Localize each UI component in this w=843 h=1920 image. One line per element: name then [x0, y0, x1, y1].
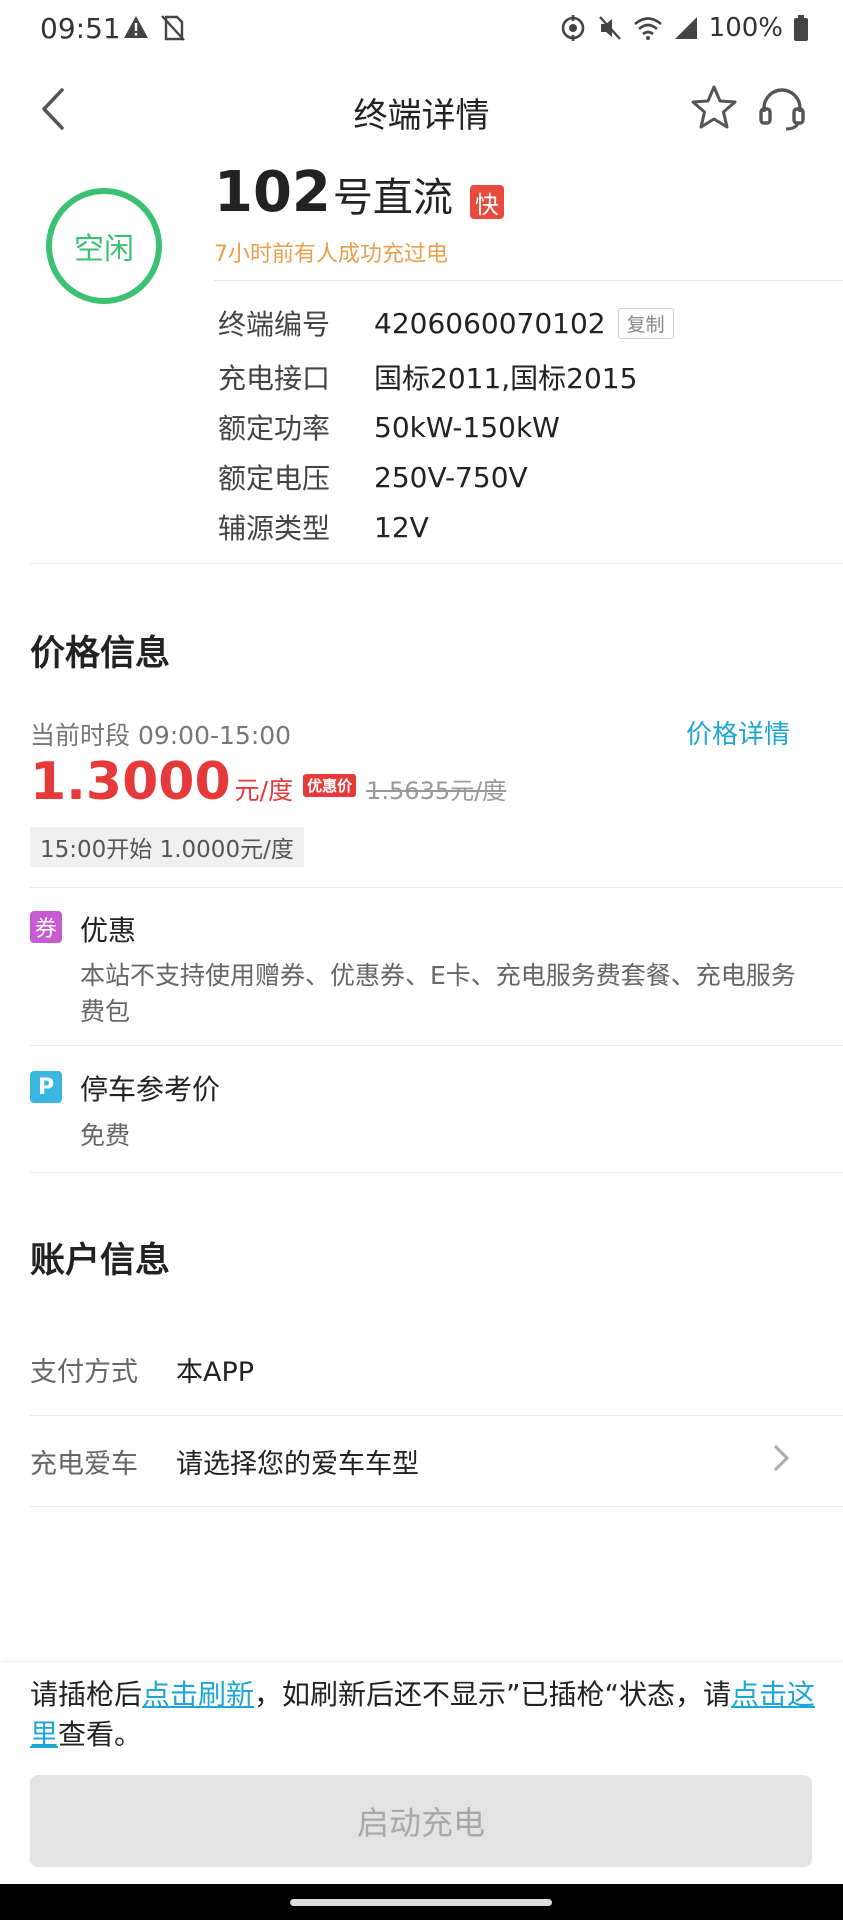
signal-icon	[674, 17, 697, 39]
spec-value: 50kW-150kW	[374, 410, 560, 444]
terminal-number: 102	[214, 160, 331, 225]
spec-row-voltage: 额定电压 250V-750V	[218, 457, 528, 497]
top-nav: 终端详情	[0, 62, 843, 158]
divider	[30, 563, 843, 564]
notice-text-2: ，如刷新后还不显示”已插枪“状态，请	[254, 1678, 732, 1711]
status-bar: 09:51 100%	[0, 0, 843, 62]
plug-in-notice: 请插枪后点击刷新，如刷新后还不显示”已插枪“状态，请点击这里查看。	[30, 1675, 820, 1755]
divider	[214, 280, 843, 281]
price-row: 1.3000 元/度 优惠价 1.5635元/度	[30, 752, 506, 812]
terminal-status-indicator: 空闲	[46, 188, 162, 304]
spec-label: 充电接口	[218, 362, 331, 395]
price-section-title: 价格信息	[30, 634, 171, 674]
current-period: 当前时段 09:00-15:00	[30, 721, 292, 750]
spec-label: 额定电压	[218, 462, 331, 495]
terminal-type: 号直流	[332, 175, 453, 221]
status-left-icons	[122, 14, 186, 42]
divider	[30, 1506, 843, 1507]
divider	[30, 887, 843, 888]
price-detail-link[interactable]: 价格详情	[686, 714, 790, 751]
parking-icon: P	[30, 1071, 62, 1103]
divider	[30, 1415, 843, 1416]
vehicle-label: 充电爱车	[30, 1449, 138, 1480]
start-charging-button[interactable]: 启动充电	[30, 1775, 812, 1867]
original-price: 1.5635元/度	[366, 777, 507, 805]
price-unit: 元/度	[234, 776, 294, 805]
current-price: 1.3000	[30, 752, 231, 812]
favorite-star-icon[interactable]	[688, 82, 740, 134]
spec-value: 250V-750V	[374, 460, 528, 494]
fast-charge-badge: 快	[470, 185, 504, 219]
spec-label: 终端编号	[218, 308, 331, 341]
spec-value: 4206060070102	[374, 306, 606, 340]
wifi-icon	[633, 17, 662, 40]
account-section-title: 账户信息	[30, 1241, 171, 1281]
warning-icon	[124, 16, 148, 38]
spec-label: 辅源类型	[218, 512, 331, 545]
terminal-status-text: 空闲	[74, 232, 134, 267]
spec-value: 国标2011,国标2015	[374, 362, 638, 395]
next-period-price: 15:00开始 1.0000元/度	[30, 827, 304, 867]
status-right-icons: 100%	[559, 13, 809, 43]
notice-text-1: 请插枪后	[30, 1678, 143, 1711]
notice-text-3: 查看。	[58, 1718, 143, 1751]
chevron-right-icon	[773, 1444, 790, 1472]
location-target-icon	[561, 15, 584, 41]
divider	[30, 1045, 843, 1046]
vehicle-select-row[interactable]: 充电爱车 请选择您的爱车车型	[30, 1442, 820, 1481]
battery-percentage: 100%	[708, 13, 783, 43]
system-navigation-bar	[0, 1884, 843, 1920]
home-gesture-handle[interactable]	[290, 1899, 552, 1906]
discount-description: 本站不支持使用赠券、优惠券、E卡、充电服务费套餐、充电服务费包	[80, 961, 796, 1026]
promo-price-tag: 优惠价	[303, 774, 357, 797]
payment-value: 本APP	[176, 1357, 255, 1388]
spec-row-aux-power: 辅源类型 12V	[218, 507, 429, 547]
payment-method-row[interactable]: 支付方式 本APP	[30, 1350, 820, 1389]
parking-title: 停车参考价	[80, 1073, 221, 1106]
spec-row-connector: 充电接口 国标2011,国标2015	[218, 357, 637, 397]
last-charge-note: 7小时前有人成功充过电	[214, 242, 448, 267]
divider	[30, 1172, 843, 1173]
vehicle-value: 请选择您的爱车车型	[176, 1449, 419, 1480]
spec-label: 额定功率	[218, 412, 331, 445]
spec-row-power: 额定功率 50kW-150kW	[218, 407, 560, 447]
payment-label: 支付方式	[30, 1357, 138, 1388]
copy-button[interactable]: 复制	[617, 307, 674, 339]
parking-price: 免费	[80, 1121, 131, 1150]
spec-value: 12V	[374, 510, 429, 544]
discount-title: 优惠	[80, 914, 137, 947]
mute-icon	[598, 16, 621, 40]
battery-icon	[794, 15, 808, 41]
customer-service-headset-icon[interactable]	[756, 82, 808, 134]
no-sim-icon	[161, 15, 185, 41]
terminal-title: 102 号直流	[214, 160, 453, 225]
spec-row-terminal-id: 终端编号 4206060070102 复制	[218, 303, 674, 343]
refresh-link[interactable]: 点击刷新	[142, 1678, 254, 1711]
coupon-icon: 券	[30, 911, 62, 943]
status-time: 09:51	[40, 12, 121, 45]
